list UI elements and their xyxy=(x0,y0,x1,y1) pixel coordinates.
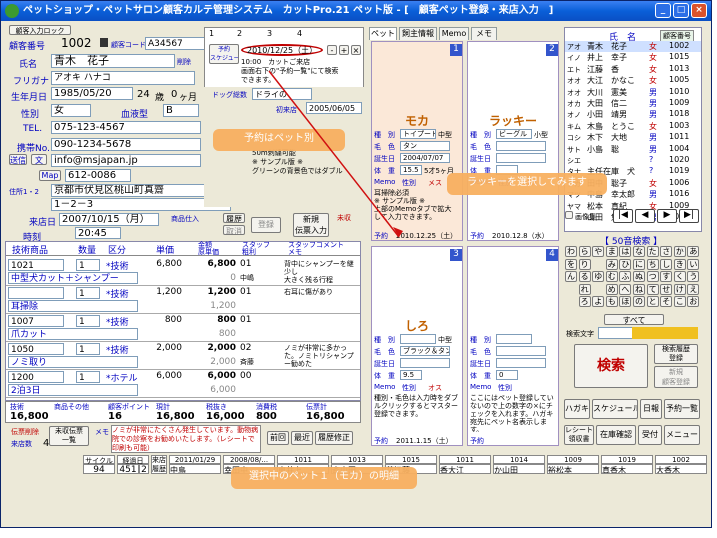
arrow-line xyxy=(268,70,400,238)
app-window: ペットショップ・ペットサロン顧客カルテ管理システム カットPro.21 ペット版… xyxy=(0,0,712,528)
annotation-arrows xyxy=(268,70,403,238)
